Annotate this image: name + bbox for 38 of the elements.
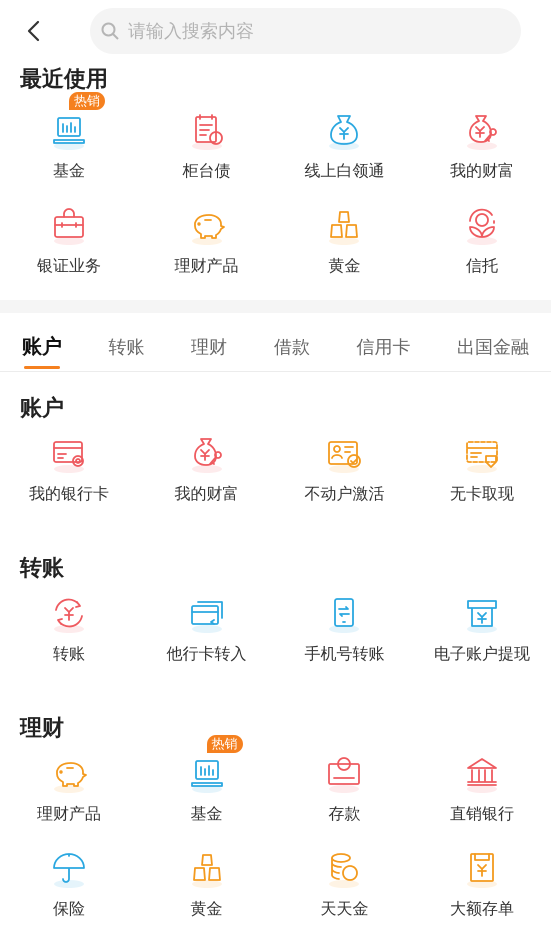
tab[interactable]: 借款 <box>274 333 310 371</box>
search-field[interactable]: 请输入搜索内容 <box>90 8 521 54</box>
service-label[interactable]: 大额存单 <box>450 900 514 920</box>
tab[interactable]: 信用卡 <box>356 333 410 371</box>
service-label[interactable]: 他行卡转入 <box>166 645 247 665</box>
service-label[interactable]: 理财产品 <box>174 257 239 277</box>
service-label[interactable]: 我的财富 <box>174 485 239 505</box>
service-label[interactable]: 不动户激活 <box>304 485 384 505</box>
service-label[interactable]: 银证业务 <box>36 257 101 277</box>
service-label[interactable]: 手机号转账 <box>304 645 384 665</box>
tab[interactable]: 转账 <box>108 333 145 371</box>
service-label[interactable]: 保险 <box>52 900 85 920</box>
hot-badge: 热销 <box>68 92 105 110</box>
service-label[interactable]: 黄金 <box>328 257 360 277</box>
service-label[interactable]: 我的财富 <box>450 162 514 182</box>
service-label[interactable]: 柜台债 <box>182 162 231 182</box>
section-title: 最近使用 <box>20 65 109 93</box>
service-label[interactable]: 线上白领通 <box>304 162 384 182</box>
section-title: 账户 <box>19 394 65 422</box>
tab[interactable]: 账户 <box>22 333 62 371</box>
service-label[interactable]: 直销银行 <box>450 805 514 825</box>
service-label[interactable]: 黄金 <box>190 900 223 920</box>
service-label[interactable]: 理财产品 <box>36 805 101 825</box>
section-title: 转账 <box>18 554 65 582</box>
service-label[interactable]: 基金 <box>52 162 85 182</box>
service-label[interactable]: 信托 <box>466 257 498 277</box>
service-label[interactable]: 转账 <box>52 645 85 665</box>
service-label[interactable]: 基金 <box>190 805 223 825</box>
service-label[interactable]: 存款 <box>328 805 360 825</box>
search-icon <box>100 21 120 41</box>
service-label[interactable]: 天天金 <box>320 900 368 920</box>
section-title: 理财 <box>18 714 65 742</box>
hot-badge: 热销 <box>206 735 243 753</box>
tab[interactable]: 出国金融 <box>456 333 529 371</box>
service-label[interactable]: 电子账户提现 <box>434 645 530 665</box>
service-label[interactable]: 无卡取现 <box>450 485 514 505</box>
tab[interactable]: 理财 <box>191 333 228 371</box>
service-label[interactable]: 我的银行卡 <box>28 485 109 505</box>
